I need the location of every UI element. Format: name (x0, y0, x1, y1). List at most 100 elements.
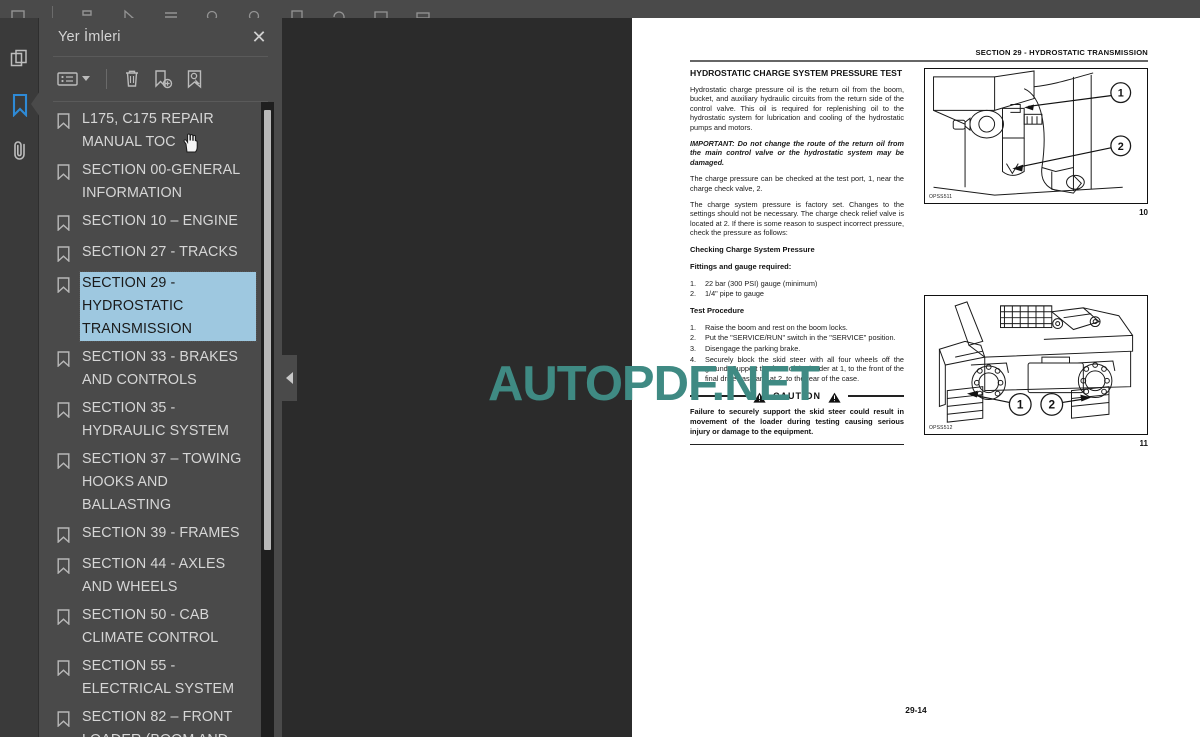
list-number: 1. (690, 322, 697, 332)
fitting-item: 1. 22 bar (300 PSI) gauge (minimum) (690, 279, 904, 289)
bookmark-label: SECTION 33 - BRAKES AND CONTROLS (82, 348, 239, 388)
bookmark-flag-icon (57, 706, 70, 732)
fit-page-icon[interactable] (289, 9, 305, 18)
bookmark-flag-icon (57, 522, 70, 548)
zoom-in-icon[interactable] (247, 9, 263, 18)
svg-text:1: 1 (1017, 397, 1024, 411)
caution-banner: CAUTION (690, 390, 904, 404)
text-column: HYDROSTATIC CHARGE SYSTEM PRESSURE TEST … (690, 68, 904, 446)
bookmarks-scrollbar[interactable] (261, 101, 274, 737)
list-text: Securely block the skid steer with all f… (705, 354, 904, 383)
bookmark-flag-icon (57, 241, 70, 267)
toolbar-divider (106, 68, 107, 89)
bookmark-flag-icon (57, 655, 70, 681)
bookmark-label: SECTION 39 - FRAMES (82, 524, 240, 541)
panel-title: Yer İmleri (58, 29, 121, 45)
bookmark-item[interactable]: SECTION 10 – ENGINE (57, 210, 256, 236)
bookmark-flag-icon (57, 272, 70, 298)
bookmark-label: L175, C175 REPAIR MANUAL TOC (82, 110, 214, 150)
list-number: 4. (690, 354, 697, 364)
text-select-icon[interactable] (163, 9, 179, 18)
list-number: 3. (690, 344, 697, 354)
bookmark-item[interactable]: SECTION 39 - FRAMES (57, 522, 256, 548)
chevron-left-icon (286, 372, 293, 384)
paragraph-2: The charge pressure can be checked at th… (690, 174, 904, 193)
caution-label: CAUTION (773, 390, 821, 401)
caution-rule-left (690, 395, 746, 397)
list-text: Disengage the parking brake. (705, 344, 801, 354)
bookmark-item[interactable]: SECTION 29 - HYDROSTATIC TRANSMISSION (57, 270, 257, 342)
figure-11: 1 2 OPSS512 (924, 295, 1148, 435)
list-text: Raise the boom and rest on the boom lock… (705, 322, 848, 332)
bookmark-item[interactable]: SECTION 82 – FRONT LOADER (BOOM AND MOUN… (57, 706, 256, 737)
procedure-item: 4. Securely block the skid steer with all… (690, 355, 904, 384)
bookmark-options-button[interactable] (57, 71, 90, 87)
svg-text:2: 2 (1048, 397, 1055, 411)
figure-10-code: OPSS511 (929, 194, 953, 200)
list-number: 2. (690, 289, 697, 299)
chevron-down-icon (82, 76, 90, 82)
list-number: 1. (690, 278, 697, 288)
important-note: IMPORTANT: Do not change the route of th… (690, 139, 904, 167)
thumbnails-icon[interactable] (0, 36, 39, 82)
bookmark-flag-icon (57, 604, 70, 630)
document-heading: HYDROSTATIC CHARGE SYSTEM PRESSURE TEST (690, 68, 903, 78)
procedure-item: 3. Disengage the parking brake. (690, 344, 904, 354)
scrollbar-thumb[interactable] (264, 109, 271, 550)
sidebar-icon-rail (0, 18, 40, 737)
figure-10: 1 2 OPSS511 (924, 68, 1148, 204)
bookmarks-panel-header: Yer İmleri ✕ (39, 18, 282, 56)
zoom-out-icon[interactable] (205, 9, 221, 18)
bookmark-item[interactable]: SECTION 37 – TOWING HOOKS AND BALLASTING (57, 448, 256, 517)
close-icon[interactable]: ✕ (250, 28, 268, 46)
bookmarks-icon[interactable] (0, 82, 40, 128)
figure-10-number: 10 (1139, 208, 1148, 217)
procedure-item: 2. Put the "SERVICE/RUN" switch in the "S… (690, 333, 904, 343)
subheading-checking: Checking Charge System Pressure (690, 244, 815, 254)
new-bookmark-button[interactable] (153, 69, 173, 89)
top-toolbar (0, 0, 1200, 18)
procedure-list: 1. Raise the boom and rest on the boom lo… (690, 323, 904, 384)
bookmark-flag-icon (57, 159, 70, 185)
bookmark-label: SECTION 27 - TRACKS (82, 243, 238, 260)
bookmarks-toolbar (39, 57, 282, 101)
bookmark-label: SECTION 55 - ELECTRICAL SYSTEM (82, 657, 235, 697)
rotate-icon[interactable] (331, 9, 347, 18)
subheading-fittings: Fittings and gauge required: (690, 261, 792, 271)
caution-bottom-rule (690, 443, 904, 446)
comment-icon[interactable] (373, 9, 389, 18)
bookmark-item[interactable]: SECTION 00-GENERAL INFORMATION (57, 159, 256, 205)
bookmark-item[interactable]: SECTION 55 - ELECTRICAL SYSTEM (57, 655, 256, 701)
bookmark-label: SECTION 37 – TOWING HOOKS AND BALLASTING (82, 450, 242, 513)
find-bookmark-button[interactable] (185, 69, 205, 89)
caution-rule-right (848, 395, 904, 397)
pointer-icon[interactable] (121, 9, 137, 18)
save-icon[interactable] (10, 9, 26, 18)
list-text: 22 bar (300 PSI) gauge (minimum) (705, 278, 818, 288)
highlight-icon[interactable] (415, 9, 431, 18)
bookmarks-list: L175, C175 REPAIR MANUAL TOC SECTION 00-G… (39, 108, 282, 737)
bookmark-label: SECTION 50 - CAB CLIMATE CONTROL (82, 606, 219, 646)
bookmark-flag-icon (57, 108, 70, 134)
header-rule (690, 60, 1148, 62)
bookmark-item[interactable]: SECTION 33 - BRAKES AND CONTROLS (57, 346, 256, 392)
bookmark-item[interactable]: L175, C175 REPAIR MANUAL TOC (57, 108, 256, 154)
paragraph-3: The charge system pressure is factory se… (690, 200, 904, 238)
bookmark-label: SECTION 00-GENERAL INFORMATION (82, 161, 240, 201)
delete-bookmark-button[interactable] (123, 69, 141, 89)
bookmark-item[interactable]: SECTION 44 - AXLES AND WHEELS (57, 553, 256, 599)
print-icon[interactable] (79, 9, 95, 18)
caution-text: Failure to securely support the skid ste… (690, 407, 904, 437)
bookmarks-panel: Yer İmleri ✕ L175, C175 REPAIR MANUAL TO… (39, 18, 282, 737)
bookmark-item[interactable]: SECTION 50 - CAB CLIMATE CONTROL (57, 604, 256, 650)
attachments-icon[interactable] (0, 128, 39, 174)
bookmark-label: SECTION 29 - HYDROSTATIC TRANSMISSION (79, 270, 257, 342)
bookmarks-scroll-area: L175, C175 REPAIR MANUAL TOC SECTION 00-G… (39, 101, 282, 737)
svg-text:2: 2 (1118, 141, 1124, 153)
toolbar-divider (52, 6, 53, 18)
panel-collapse-handle[interactable] (282, 355, 297, 401)
bookmark-item[interactable]: SECTION 35 - HYDRAULIC SYSTEM (57, 397, 256, 443)
bookmark-flag-icon (57, 397, 70, 423)
bookmark-label: SECTION 82 – FRONT LOADER (BOOM AND MOUN… (82, 708, 233, 737)
bookmark-item[interactable]: SECTION 27 - TRACKS (57, 241, 256, 267)
